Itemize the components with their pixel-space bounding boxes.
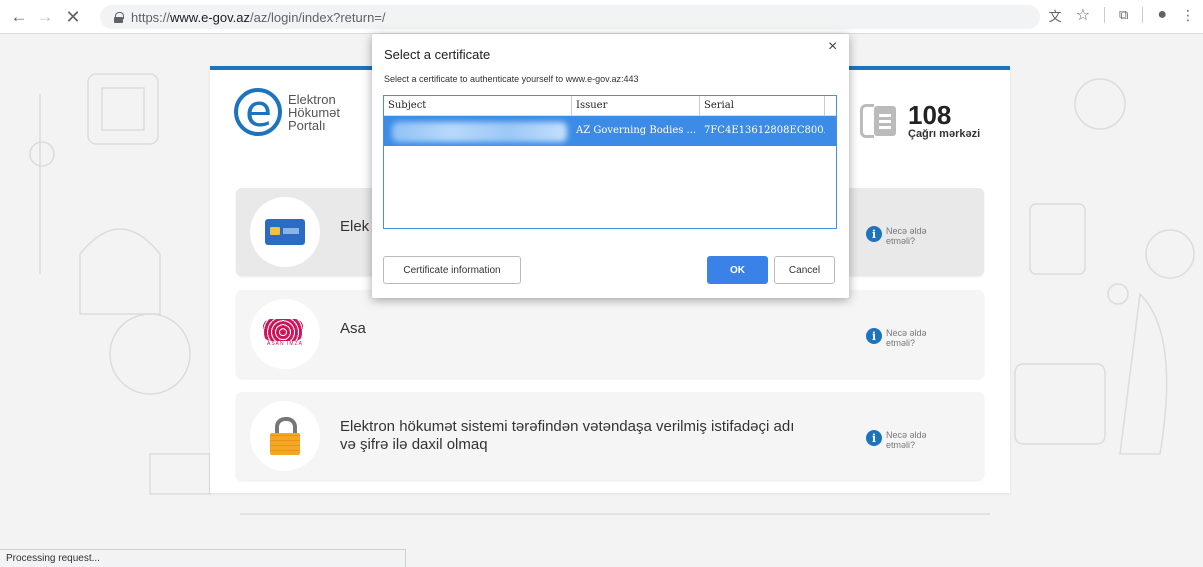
help-text: Necə əldə <box>886 430 927 440</box>
table-header: Subject Issuer Serial <box>384 96 836 116</box>
dialog-title: Select a certificate <box>384 47 491 62</box>
cell-subject-redacted <box>384 116 572 146</box>
url-host: www.e-gov.az <box>170 9 250 25</box>
cell-issuer: AZ Governing Bodies ... <box>576 125 697 136</box>
option-label: Elek <box>340 218 370 235</box>
certificate-table: Subject Issuer Serial AZ Governing Bodie… <box>383 95 837 229</box>
info-icon: i <box>866 226 882 242</box>
url-path: /az/login/index?return=/ <box>250 9 386 25</box>
help-link[interactable]: i Necə əldə etməli? <box>866 430 927 450</box>
column-header-serial[interactable]: Serial <box>700 96 825 116</box>
url-scheme: https:// <box>131 9 171 25</box>
call-center: 108 Çağrı mərkəzi <box>860 100 980 142</box>
stop-icon[interactable]: ✕ <box>62 6 84 28</box>
address-bar[interactable]: https://www.e-gov.az/az/login/index?retu… <box>100 5 1040 29</box>
menu-icon[interactable]: ⋮ <box>1181 7 1195 24</box>
lock-icon <box>114 11 124 23</box>
dialog-subtitle: Select a certificate to authenticate you… <box>384 74 639 84</box>
help-text: Necə əldə <box>886 328 927 338</box>
cancel-button[interactable]: Cancel <box>774 256 835 284</box>
help-text: Necə əldə <box>886 226 927 236</box>
status-bar: Processing request... <box>0 549 406 567</box>
column-header-subject[interactable]: Subject <box>384 96 572 116</box>
help-text: etməli? <box>886 440 916 450</box>
browser-toolbar: ← → ✕ https://www.e-gov.az/az/login/inde… <box>0 0 1203 34</box>
forward-icon[interactable]: → <box>34 6 56 28</box>
help-link[interactable]: i Necə əldə etməli? <box>866 226 927 246</box>
account-icon[interactable]: ● <box>1157 6 1167 24</box>
option-label-line: və şifrə ilə daxil olmaq <box>340 436 488 453</box>
id-card-icon <box>250 197 320 267</box>
help-text: etməli? <box>886 236 916 246</box>
portal-logo[interactable]: Elektron Hökumət Portalı <box>234 86 340 137</box>
logo-text: Elektron Hökumət Portalı <box>288 93 340 132</box>
table-row[interactable]: AZ Governing Bodies ... 7FC4E13612808EC8… <box>384 116 836 146</box>
toolbar-divider <box>1142 7 1144 23</box>
ok-button[interactable]: OK <box>707 256 768 284</box>
help-text: etməli? <box>886 338 916 348</box>
star-icon[interactable]: ☆ <box>1076 5 1090 25</box>
select-certificate-dialog: Select a certificate × Select a certific… <box>372 34 849 298</box>
asan-imza-icon: ASAN IMZA <box>250 299 320 369</box>
login-option-asan-imza[interactable]: ASAN IMZA Asa i Necə əldə etməli? <box>236 290 984 378</box>
phone-icon <box>860 100 900 142</box>
toolbar-divider <box>1104 7 1106 23</box>
call-number: 108 <box>908 100 952 130</box>
e-gov-logo-icon <box>234 86 282 137</box>
option-label: Asa <box>340 320 366 337</box>
call-label: Çağrı mərkəzi <box>908 128 981 140</box>
login-option-password[interactable]: Elektron hökumət sistemi tərəfindən vətə… <box>236 392 984 480</box>
help-link[interactable]: i Necə əldə etməli? <box>866 328 927 348</box>
column-header-issuer[interactable]: Issuer <box>572 96 700 116</box>
logo-line: Elektron <box>288 91 336 107</box>
translate-icon[interactable]: 文 <box>1049 6 1062 25</box>
toolbar-right: 文 ☆ ⧉ ● ⋮ <box>1049 5 1195 25</box>
back-icon[interactable]: ← <box>8 6 30 28</box>
logo-line: Portalı <box>288 117 326 133</box>
certificate-information-button[interactable]: Certificate information <box>383 256 521 284</box>
info-icon: i <box>866 430 882 446</box>
option-label-line: Elektron hökumət sistemi tərəfindən vətə… <box>340 418 795 435</box>
cell-serial: 7FC4E13612808EC800... <box>704 125 825 136</box>
info-icon: i <box>866 328 882 344</box>
extension-icon[interactable]: ⧉ <box>1119 7 1128 23</box>
padlock-icon <box>250 401 320 471</box>
close-icon[interactable]: × <box>828 38 837 56</box>
option-label: Elektron hökumət sistemi tərəfindən vətə… <box>340 418 794 454</box>
logo-line: Hökumət <box>288 104 341 120</box>
